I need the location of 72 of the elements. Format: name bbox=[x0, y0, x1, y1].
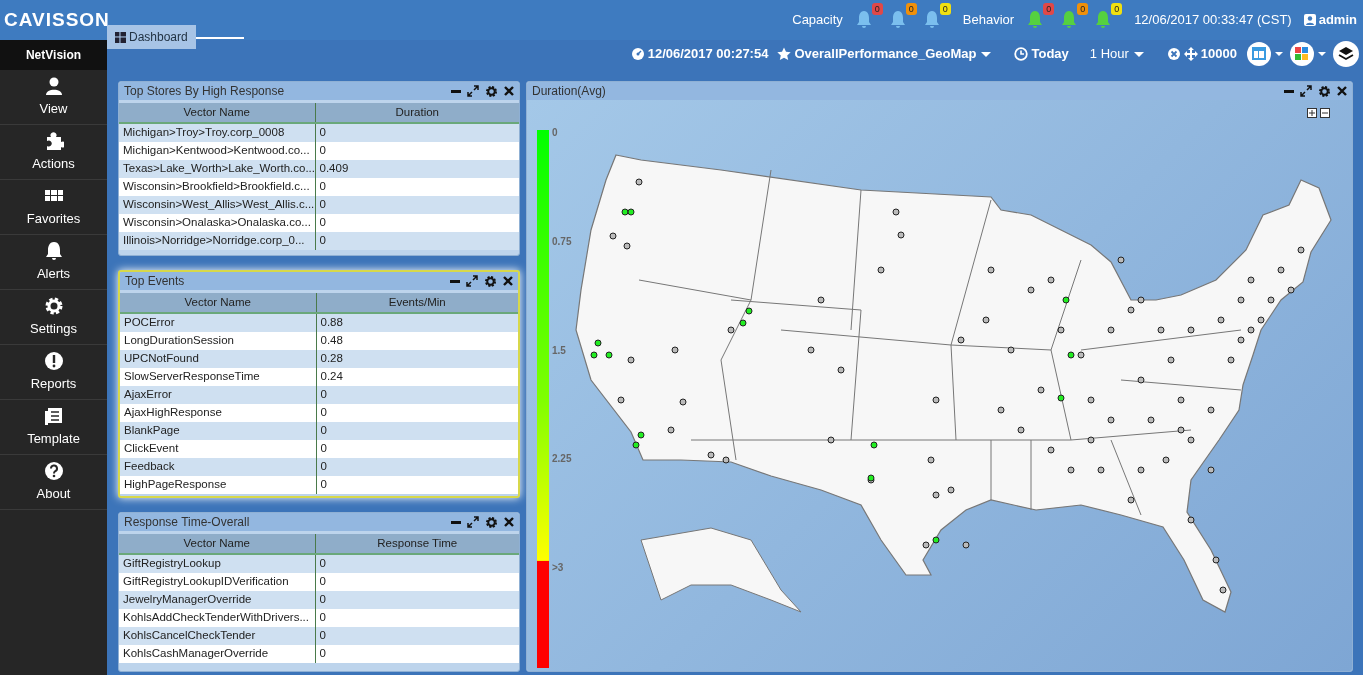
sidebar-item[interactable]: About bbox=[0, 455, 107, 510]
settings-icon[interactable] bbox=[485, 515, 498, 529]
expand-icon[interactable] bbox=[1300, 85, 1312, 97]
sidebar-item[interactable]: Alerts bbox=[0, 235, 107, 290]
zoom-in-icon[interactable] bbox=[1307, 108, 1317, 118]
panel-title: Top Events bbox=[125, 273, 185, 290]
alert-group-label: Capacity bbox=[792, 11, 843, 30]
sidebar-title: NetVision bbox=[0, 40, 107, 70]
settings-icon[interactable] bbox=[484, 274, 497, 288]
alert-count-badge: 0 bbox=[1077, 3, 1089, 15]
expand-icon[interactable] bbox=[467, 516, 479, 528]
grid-icon bbox=[115, 31, 126, 43]
panel-title: Duration(Avg) bbox=[532, 83, 606, 100]
legend-label: 2.25 bbox=[552, 452, 572, 467]
sidebar-item[interactable]: Template bbox=[0, 400, 107, 455]
alert-count-badge: 0 bbox=[871, 3, 883, 15]
logo: CAVISSON bbox=[3, 8, 107, 32]
layers-icon[interactable] bbox=[1332, 40, 1360, 68]
expand-icon[interactable] bbox=[467, 85, 479, 97]
user-icon bbox=[1303, 14, 1316, 26]
duration-dropdown[interactable]: 1 Hour bbox=[1089, 44, 1146, 64]
column-header[interactable]: Vector Name bbox=[119, 103, 315, 124]
favorite-dropdown[interactable]: OverallPerformance_GeoMap bbox=[777, 44, 994, 64]
layout-menu-icon[interactable] bbox=[1246, 41, 1286, 67]
alert-icon bbox=[43, 351, 64, 371]
widget-menu-icon[interactable] bbox=[1289, 41, 1329, 67]
sidebar-item[interactable]: Settings bbox=[0, 290, 107, 345]
move-icon bbox=[1183, 47, 1198, 61]
close-icon[interactable] bbox=[504, 517, 514, 527]
username[interactable]: admin bbox=[1318, 10, 1357, 30]
column-header[interactable]: Vector Name bbox=[120, 293, 316, 314]
gauge-icon bbox=[630, 47, 645, 61]
legend-label: >3 bbox=[552, 561, 565, 575]
settings-icon bbox=[43, 296, 64, 316]
legend-label: 0 bbox=[552, 126, 559, 140]
panel-title: Response Time-Overall bbox=[124, 514, 250, 531]
user-icon bbox=[43, 76, 64, 96]
column-header[interactable]: Events/Min bbox=[316, 293, 518, 314]
star-icon bbox=[777, 47, 792, 61]
alert-count-badge: 0 bbox=[1111, 3, 1123, 15]
current-datetime: 12/06/2017 00:33:47 (CST) bbox=[1134, 11, 1292, 30]
column-header[interactable]: Vector Name bbox=[119, 534, 315, 555]
zoom-out-icon[interactable] bbox=[1320, 108, 1330, 118]
time-preset-button[interactable]: Today bbox=[1014, 44, 1069, 64]
close-icon[interactable] bbox=[503, 276, 513, 286]
bell-icon bbox=[43, 241, 64, 261]
limit-control[interactable]: 10000 bbox=[1183, 44, 1237, 64]
expand-icon[interactable] bbox=[466, 275, 478, 287]
sidebar-item[interactable]: Reports bbox=[0, 345, 107, 400]
sidebar-item[interactable]: View bbox=[0, 70, 107, 125]
alert-group-label: Behavior bbox=[962, 11, 1015, 30]
dashboard-tab[interactable]: Dashboard bbox=[107, 25, 196, 49]
document-icon bbox=[43, 406, 64, 426]
alert-count-badge: 0 bbox=[1043, 3, 1055, 15]
panel-title: Top Stores By High Response bbox=[124, 83, 285, 100]
bell-icon[interactable] bbox=[1094, 9, 1113, 29]
clock-icon bbox=[1014, 47, 1029, 61]
last-updated-time: 12/06/2017 00:27:54 bbox=[647, 45, 769, 64]
close-icon bbox=[1166, 47, 1181, 61]
sidebar-item[interactable]: Actions bbox=[0, 125, 107, 180]
alert-count-badge: 0 bbox=[939, 3, 951, 15]
column-header[interactable]: Duration bbox=[315, 103, 519, 124]
alert-count-badge: 0 bbox=[905, 3, 917, 15]
legend-label: 0.75 bbox=[552, 234, 572, 249]
close-icon[interactable] bbox=[1337, 86, 1347, 96]
settings-icon[interactable] bbox=[485, 84, 498, 98]
settings-icon[interactable] bbox=[1318, 84, 1331, 98]
legend-label: 1.5 bbox=[552, 343, 567, 358]
close-icon[interactable] bbox=[504, 86, 514, 96]
column-header[interactable]: Response Time bbox=[315, 534, 519, 555]
sidebar-item[interactable]: Favorites bbox=[0, 180, 107, 235]
help-icon bbox=[43, 461, 64, 481]
